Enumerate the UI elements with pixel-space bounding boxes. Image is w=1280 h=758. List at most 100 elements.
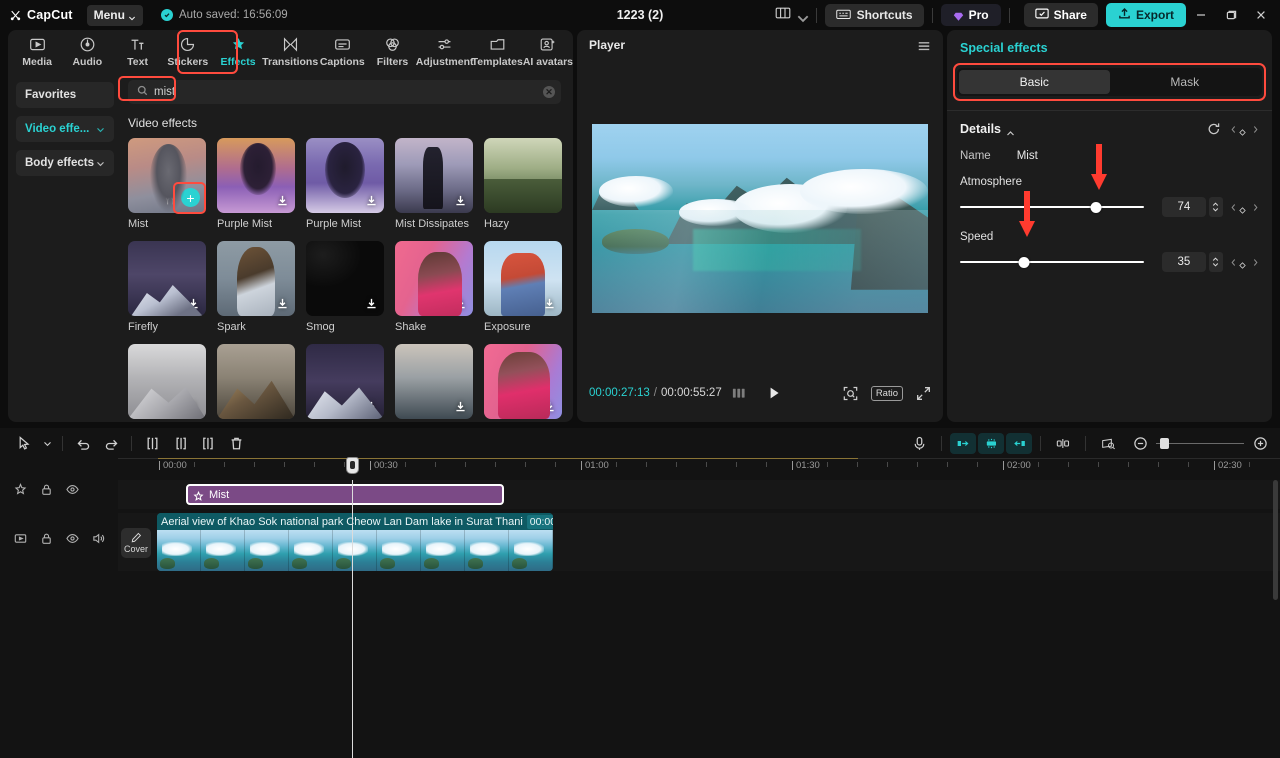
atmosphere-stepper[interactable] bbox=[1209, 197, 1223, 217]
effect-thumbnail[interactable] bbox=[484, 241, 562, 316]
tab-captions[interactable]: Captions bbox=[317, 31, 367, 73]
effect-card[interactable]: Purple Mist bbox=[217, 138, 295, 230]
favorite-icon[interactable] bbox=[165, 194, 177, 206]
effect-card[interactable]: Firefly bbox=[128, 241, 206, 333]
effect-thumbnail[interactable] bbox=[306, 138, 384, 213]
trim-right-button[interactable] bbox=[194, 431, 222, 455]
preview-thumbnail-button[interactable] bbox=[1094, 431, 1122, 455]
effect-thumbnail[interactable] bbox=[395, 241, 473, 316]
zoom-slider[interactable] bbox=[1156, 437, 1244, 449]
visibility-icon[interactable] bbox=[66, 532, 79, 545]
clear-search-icon[interactable]: ✕ bbox=[543, 86, 555, 98]
frames-icon[interactable] bbox=[732, 386, 748, 400]
tab-basic[interactable]: Basic bbox=[959, 70, 1110, 94]
timeline-ruler[interactable]: 00:00 00:30 01:00 01:30 02:00 02:30 bbox=[0, 458, 1280, 480]
slider-knob[interactable] bbox=[1091, 202, 1102, 213]
effect-card[interactable]: Exposure bbox=[484, 241, 562, 333]
split-button[interactable] bbox=[138, 431, 166, 455]
effect-card[interactable] bbox=[484, 344, 562, 422]
add-effect-button[interactable]: + bbox=[181, 188, 200, 207]
redo-button[interactable] bbox=[97, 431, 125, 455]
effect-thumbnail[interactable] bbox=[484, 344, 562, 419]
effect-card[interactable] bbox=[395, 344, 473, 422]
download-icon[interactable] bbox=[185, 398, 201, 414]
tab-ai-avatars[interactable]: AI avatars bbox=[523, 31, 573, 73]
download-icon[interactable] bbox=[363, 295, 379, 311]
speed-keyframe-control[interactable] bbox=[1230, 257, 1259, 268]
effect-card[interactable] bbox=[128, 344, 206, 422]
chevron-up-icon[interactable] bbox=[1006, 125, 1015, 134]
export-button[interactable]: Export bbox=[1106, 3, 1186, 27]
download-icon[interactable] bbox=[185, 295, 201, 311]
effect-thumbnail[interactable]: + bbox=[128, 138, 206, 213]
details-header[interactable]: Details bbox=[947, 111, 1272, 136]
effect-card[interactable]: Shake bbox=[395, 241, 473, 333]
play-button[interactable] bbox=[766, 385, 782, 401]
download-icon[interactable] bbox=[274, 192, 290, 208]
atmosphere-value[interactable]: 74 bbox=[1162, 197, 1206, 217]
tab-filters[interactable]: Filters bbox=[367, 31, 417, 73]
layout-switch-button[interactable] bbox=[770, 3, 808, 28]
effect-card[interactable]: + Mist bbox=[128, 138, 206, 230]
zoom-fit-icon[interactable] bbox=[843, 386, 858, 401]
effect-card[interactable] bbox=[306, 344, 384, 422]
download-icon[interactable] bbox=[452, 398, 468, 414]
effect-thumbnail[interactable] bbox=[128, 241, 206, 316]
effect-thumbnail[interactable] bbox=[306, 344, 384, 419]
effect-thumbnail[interactable] bbox=[395, 138, 473, 213]
tab-media[interactable]: Media bbox=[12, 31, 62, 73]
effect-card[interactable] bbox=[217, 344, 295, 422]
effect-clip-mist[interactable]: Mist bbox=[186, 484, 504, 505]
effect-thumbnail[interactable] bbox=[128, 344, 206, 419]
ratio-button[interactable]: Ratio bbox=[871, 386, 903, 401]
shortcuts-button[interactable]: Shortcuts bbox=[825, 4, 924, 27]
delete-button[interactable] bbox=[222, 431, 250, 455]
category-body-effects[interactable]: Body effects bbox=[16, 150, 114, 176]
atmosphere-keyframe-control[interactable] bbox=[1230, 202, 1259, 213]
effect-thumbnail[interactable] bbox=[217, 241, 295, 316]
trim-left-button[interactable] bbox=[166, 431, 194, 455]
share-button[interactable]: Share bbox=[1024, 3, 1098, 27]
tab-stickers[interactable]: Stickers bbox=[163, 31, 213, 73]
tab-transitions[interactable]: Transitions bbox=[263, 31, 317, 73]
video-preview[interactable] bbox=[592, 124, 928, 313]
effect-thumbnail[interactable] bbox=[395, 344, 473, 419]
speed-stepper[interactable] bbox=[1209, 252, 1223, 272]
zoom-out-icon[interactable] bbox=[1130, 431, 1150, 455]
effect-card[interactable]: Purple Mist bbox=[306, 138, 384, 230]
tab-mask[interactable]: Mask bbox=[1110, 70, 1261, 94]
keyframe-control[interactable] bbox=[1230, 124, 1259, 135]
undo-button[interactable] bbox=[69, 431, 97, 455]
zoom-in-icon[interactable] bbox=[1250, 431, 1270, 455]
download-icon[interactable] bbox=[363, 192, 379, 208]
tool-dropdown-button[interactable] bbox=[38, 431, 56, 455]
download-icon[interactable] bbox=[541, 398, 557, 414]
lock-icon[interactable] bbox=[40, 483, 53, 496]
video-clip[interactable]: Aerial view of Khao Sok national park Ch… bbox=[157, 513, 553, 571]
download-icon[interactable] bbox=[452, 295, 468, 311]
speed-value[interactable]: 35 bbox=[1162, 252, 1206, 272]
effect-card[interactable]: Spark bbox=[217, 241, 295, 333]
lock-icon[interactable] bbox=[40, 532, 53, 545]
auto-cut-start-button[interactable] bbox=[950, 433, 976, 454]
zoom-knob[interactable] bbox=[1160, 438, 1169, 449]
reset-icon[interactable] bbox=[1207, 122, 1221, 136]
keyframe-diamond-icon[interactable] bbox=[1239, 124, 1250, 135]
download-icon[interactable] bbox=[541, 192, 557, 208]
category-video-effects[interactable]: Video effe... bbox=[16, 116, 114, 142]
tab-templates[interactable]: Templates bbox=[472, 31, 523, 73]
mirror-button[interactable] bbox=[1049, 431, 1077, 455]
effect-thumbnail[interactable] bbox=[217, 344, 295, 419]
effect-thumbnail[interactable] bbox=[217, 138, 295, 213]
effect-card[interactable]: Hazy bbox=[484, 138, 562, 230]
auto-cut-end-button[interactable] bbox=[1006, 433, 1032, 454]
select-tool-button[interactable] bbox=[10, 431, 38, 455]
player-menu-icon[interactable] bbox=[917, 39, 931, 51]
download-icon[interactable] bbox=[363, 398, 379, 414]
tab-adjustment[interactable]: Adjustment bbox=[418, 31, 472, 73]
effect-card[interactable]: Mist Dissipates bbox=[395, 138, 473, 230]
keyframe-diamond-icon[interactable] bbox=[1239, 202, 1250, 213]
maximize-button[interactable] bbox=[1216, 1, 1246, 29]
category-favorites[interactable]: Favorites bbox=[16, 82, 114, 108]
cover-button[interactable]: Cover bbox=[121, 528, 151, 558]
